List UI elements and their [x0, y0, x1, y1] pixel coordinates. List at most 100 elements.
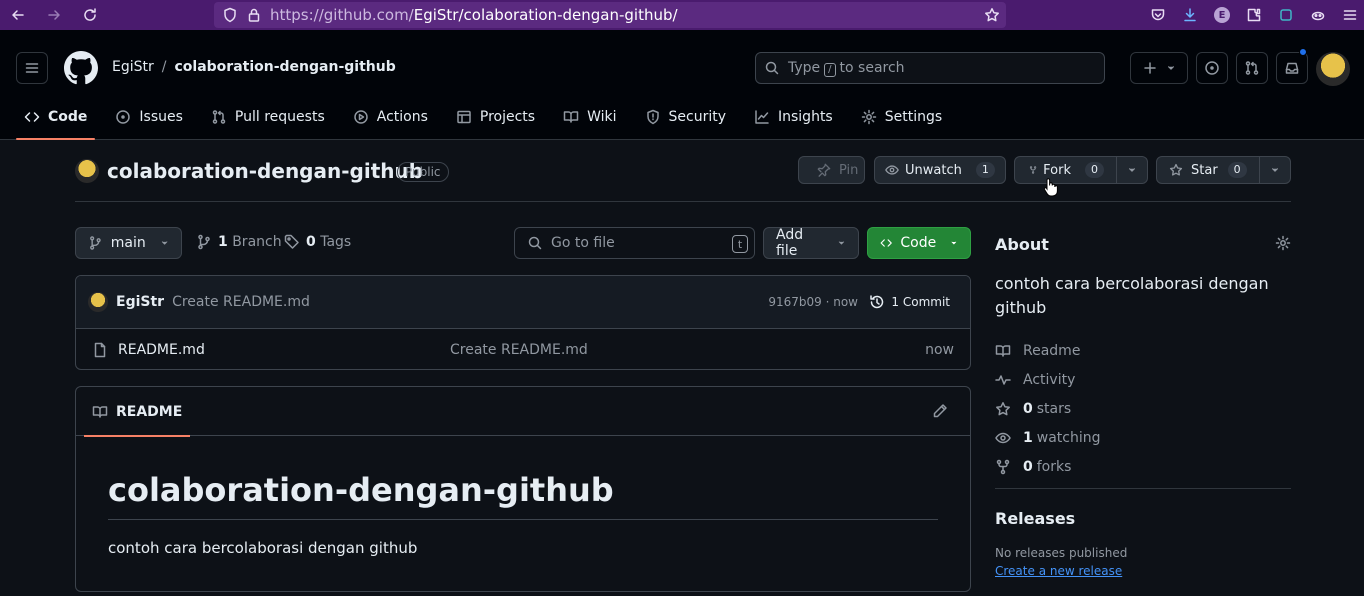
forks-link[interactable]: 0 forks: [995, 452, 1101, 481]
tab-insights[interactable]: Insights: [746, 94, 841, 140]
graph-icon: [755, 110, 769, 124]
code-label: Code: [900, 235, 937, 251]
git-pull-request-icon: [212, 110, 226, 124]
issue-opened-icon: [116, 110, 131, 124]
star-icon: [1169, 163, 1183, 176]
releases-title[interactable]: Releases: [995, 509, 1075, 528]
fork-button[interactable]: Fork 0: [1014, 156, 1148, 184]
search-input[interactable]: Type / to search: [755, 52, 1105, 84]
readme-body: contoh cara bercolaborasi dengan github: [108, 539, 418, 557]
triangle-down-icon: [951, 241, 957, 245]
tab-wiki-label: Wiki: [587, 109, 617, 125]
edit-readme-button[interactable]: [932, 403, 948, 419]
activity-link[interactable]: Activity: [995, 365, 1101, 394]
tab-security[interactable]: Security: [637, 94, 735, 140]
shield-icon[interactable]: [222, 7, 238, 23]
branch-count: 1: [218, 234, 228, 250]
readme-tab[interactable]: README: [84, 387, 191, 437]
lock-icon[interactable]: [246, 7, 262, 23]
code-icon: [24, 112, 40, 122]
pull-requests-button[interactable]: [1236, 52, 1268, 84]
tab-code[interactable]: Code: [16, 94, 96, 140]
file-table: EgiStr Create README.md 9167b09 · now 1 …: [75, 275, 971, 370]
forward-icon[interactable]: [36, 0, 72, 30]
pocket-icon[interactable]: [1150, 7, 1166, 23]
triangle-down-icon: [838, 241, 845, 245]
watching-link[interactable]: 1 watching: [995, 423, 1101, 452]
star-icon: [996, 401, 1010, 415]
readme-tab-label: README: [116, 403, 183, 420]
pin-icon: [817, 163, 831, 177]
stars-label: stars: [1036, 400, 1072, 417]
pin-button[interactable]: Pin: [798, 156, 865, 184]
inbox-button[interactable]: [1276, 52, 1308, 84]
file-commit-message[interactable]: Create README.md: [450, 342, 588, 358]
back-icon[interactable]: [0, 0, 36, 30]
forks-count: 0: [1023, 458, 1033, 475]
readme-link[interactable]: Readme: [995, 336, 1101, 365]
table-row[interactable]: README.md Create README.md now: [76, 329, 970, 369]
tab-code-label: Code: [48, 109, 88, 125]
play-icon: [353, 110, 368, 124]
bookmark-star-icon[interactable]: [984, 7, 1000, 23]
commit-message[interactable]: Create README.md: [172, 294, 310, 310]
extension-pet-icon[interactable]: [1310, 7, 1326, 23]
tab-pull-requests[interactable]: Pull requests: [203, 94, 333, 140]
code-button[interactable]: Code: [867, 227, 971, 259]
code-icon: [880, 239, 892, 247]
commit-sha[interactable]: 9167b09 · now: [768, 295, 858, 309]
star-button[interactable]: Star 0: [1156, 156, 1291, 184]
url-bar[interactable]: https://github.com/EgiStr/colaboration-d…: [214, 2, 1006, 28]
download-icon[interactable]: [1182, 7, 1198, 23]
commits-link[interactable]: 1 Commit: [869, 294, 950, 310]
tab-settings[interactable]: Settings: [853, 94, 950, 140]
watch-button[interactable]: Unwatch 1: [874, 156, 1006, 184]
extensions-icon[interactable]: [1246, 7, 1262, 23]
fork-count: 0: [1085, 162, 1104, 178]
star-count: 0: [1227, 162, 1247, 178]
tab-actions[interactable]: Actions: [345, 94, 436, 140]
watch-count: 1: [975, 162, 995, 178]
commit-author[interactable]: EgiStr: [116, 294, 164, 310]
tab-issues[interactable]: Issues: [107, 94, 191, 140]
hamburger-menu-button[interactable]: [16, 52, 48, 84]
menu-icon[interactable]: [1342, 7, 1358, 23]
create-new-button[interactable]: [1130, 52, 1188, 84]
repo-owner-avatar[interactable]: [75, 159, 99, 183]
book-icon: [92, 405, 108, 418]
breadcrumb-owner[interactable]: EgiStr: [112, 59, 154, 75]
breadcrumb-repo[interactable]: colaboration-dengan-github: [174, 59, 395, 75]
url-text[interactable]: https://github.com/EgiStr/colaboration-d…: [270, 6, 678, 24]
github-logo-icon[interactable]: [64, 51, 98, 85]
go-to-file-input[interactable]: Go to file t: [514, 227, 755, 259]
pencil-icon: [933, 404, 947, 418]
fork-dropdown[interactable]: [1116, 157, 1147, 183]
repo-title[interactable]: colaboration-dengan-github: [107, 159, 423, 183]
file-name[interactable]: README.md: [118, 342, 205, 358]
gear-icon: [861, 109, 876, 125]
watching-label: watching: [1036, 429, 1101, 446]
branches-link[interactable]: 1 Branch: [196, 234, 282, 250]
stars-link[interactable]: 0 stars: [995, 394, 1101, 423]
star-dropdown[interactable]: [1258, 157, 1290, 183]
breadcrumb: EgiStr / colaboration-dengan-github: [112, 59, 396, 75]
tab-projects[interactable]: Projects: [448, 94, 543, 140]
tab-insights-label: Insights: [778, 109, 833, 125]
tags-link[interactable]: 0 Tags: [284, 234, 351, 250]
issues-button[interactable]: [1196, 52, 1228, 84]
create-release-link[interactable]: Create a new release: [995, 564, 1122, 578]
extension-badge-icon[interactable]: [1278, 7, 1294, 23]
sidebar-divider: [995, 488, 1291, 489]
commit-author-avatar[interactable]: [88, 292, 108, 312]
branch-select-button[interactable]: main: [75, 227, 182, 259]
tab-wiki[interactable]: Wiki: [555, 94, 624, 140]
user-avatar[interactable]: [1316, 52, 1350, 86]
add-file-button[interactable]: Add file: [763, 227, 859, 259]
reload-icon[interactable]: [72, 0, 108, 30]
latest-commit-bar: EgiStr Create README.md 9167b09 · now 1 …: [76, 276, 970, 329]
triangle-down-icon: [1271, 168, 1278, 172]
history-icon: [870, 295, 884, 309]
tag-label: Tags: [320, 234, 352, 250]
about-settings-button[interactable]: [1275, 235, 1291, 251]
profile-e-icon[interactable]: E: [1214, 7, 1230, 23]
